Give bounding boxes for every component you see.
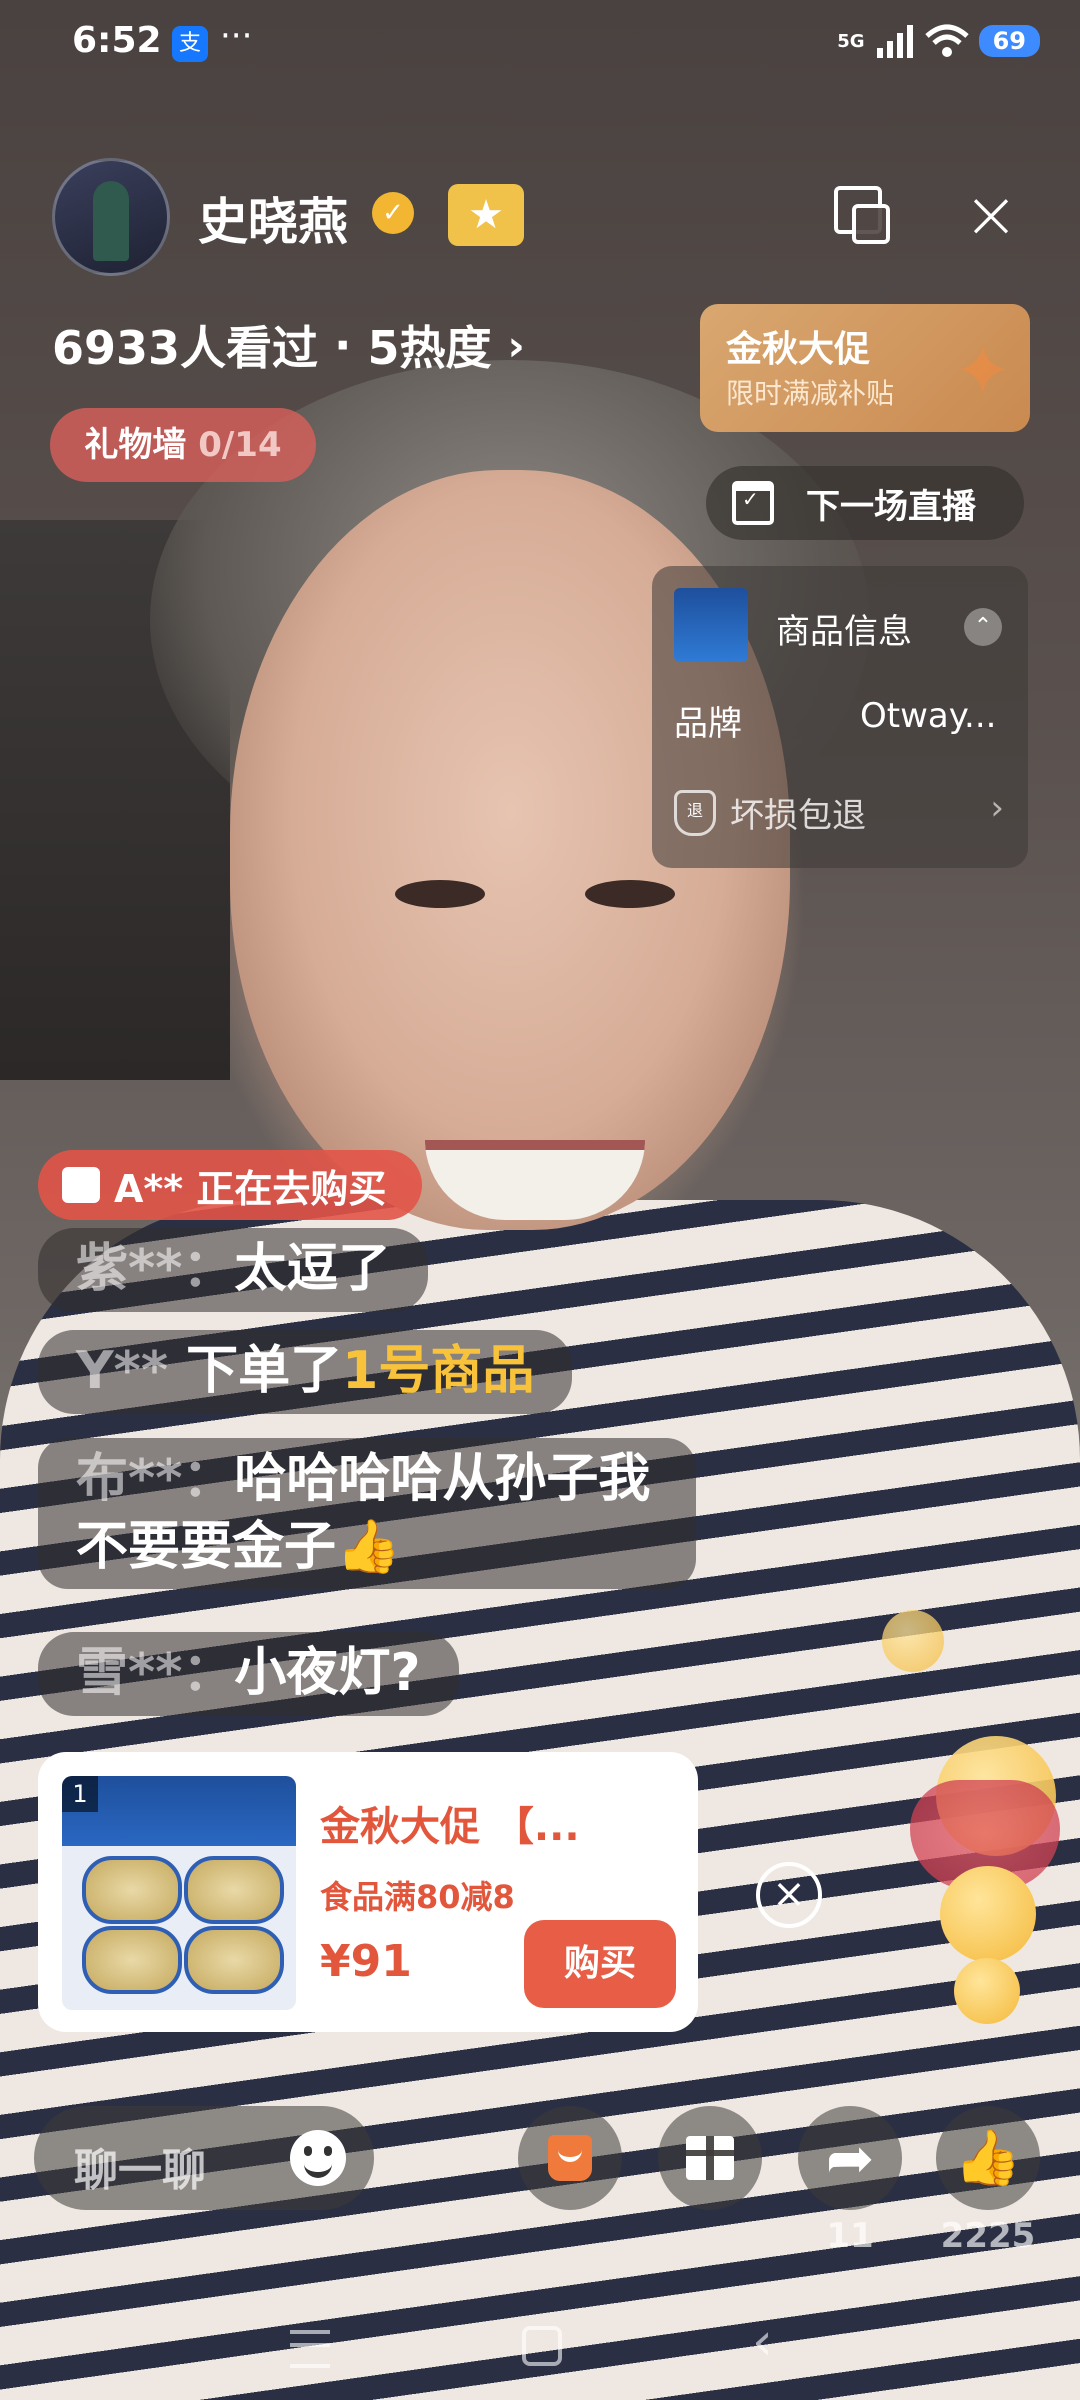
- like-count: 2225: [940, 2216, 1036, 2256]
- battery-level: 69: [978, 25, 1040, 57]
- promo-subtitle: 限时满减补贴: [726, 377, 895, 410]
- gift-wall-button[interactable]: 礼物墙 0/14: [50, 408, 316, 482]
- comment-text: 太逗了: [234, 1239, 391, 1299]
- product-promo: 食品满80减8: [320, 1878, 515, 1916]
- damage-return-guarantee[interactable]: 坏损包退: [730, 788, 866, 837]
- thumbs-up-icon: 👍: [954, 2126, 1022, 2189]
- comment-user: 布**：: [76, 1449, 235, 1509]
- gift-icon: [686, 2136, 734, 2180]
- alipay-icon: 支: [172, 26, 208, 62]
- background-eye-left: [395, 880, 485, 908]
- stats-separator: ·: [334, 318, 352, 372]
- system-nav-bar: ‹: [0, 2290, 1080, 2400]
- product-price: ¥91: [320, 1936, 412, 1987]
- next-live-button[interactable]: 下一场直播: [706, 466, 1024, 540]
- product-info-thumbnail: [674, 588, 748, 662]
- status-time: 6:52: [72, 20, 162, 61]
- gift-wall-count: 0/14: [198, 425, 282, 465]
- status-bar: 6:52 支 ··· 5G 69: [0, 0, 1080, 90]
- promo-title: 金秋大促: [726, 329, 871, 370]
- emoji-picker-icon[interactable]: [290, 2130, 346, 2186]
- promo-banner[interactable]: 金秋大促 限时满减补贴 ✦: [700, 304, 1030, 432]
- network-label: 5G: [837, 30, 865, 52]
- background-eye-right: [585, 880, 675, 908]
- chevron-right-icon: ›: [990, 788, 1004, 828]
- comment-product-highlight: 1号商品: [342, 1341, 535, 1401]
- next-live-label: 下一场直播: [806, 486, 976, 527]
- comment-text: 小夜灯?: [234, 1643, 421, 1703]
- chevron-up-icon[interactable]: ⌃: [964, 608, 1002, 646]
- calendar-icon: [732, 481, 774, 525]
- chevron-right-icon: ›: [507, 320, 525, 370]
- brand-label: 品牌: [674, 704, 742, 744]
- comment-item[interactable]: 雪**：小夜灯?: [38, 1632, 459, 1716]
- close-icon[interactable]: ×: [962, 182, 1020, 248]
- maple-leaf-icon: ✦: [953, 330, 1012, 412]
- wifi-icon: [924, 24, 969, 57]
- product-rank: 1: [62, 1776, 98, 1812]
- buy-button[interactable]: 购买: [524, 1920, 676, 2008]
- home-icon[interactable]: [522, 2326, 562, 2366]
- close-card-icon[interactable]: ×: [756, 1862, 822, 1928]
- more-notifications-icon: ···: [220, 16, 253, 56]
- verified-badge-icon: ✓: [372, 192, 414, 234]
- viewer-count: 6933人看过: [52, 321, 319, 375]
- product-info-title: 商品信息: [776, 612, 912, 652]
- heat-count: 5热度: [367, 321, 492, 375]
- product-card[interactable]: 1 金秋大促 【... 食品满80减8 ¥91 购买: [38, 1752, 698, 2032]
- comment-user: Y**: [76, 1341, 187, 1401]
- status-indicators: 5G 69: [837, 24, 1040, 58]
- comment-item[interactable]: 布**：哈哈哈哈从孙子我不要要金子👍: [38, 1438, 696, 1590]
- menu-icon[interactable]: [290, 2330, 330, 2368]
- floating-emoji-icon: [940, 1866, 1036, 1962]
- shield-icon: 退: [674, 790, 716, 836]
- shopping-bag-icon: [62, 1167, 100, 1203]
- purchase-notice-text: A** 正在去购买: [114, 1166, 387, 1211]
- gift-wall-label: 礼物墙: [84, 425, 199, 465]
- shop-button[interactable]: [518, 2106, 622, 2210]
- gift-button[interactable]: [658, 2106, 762, 2210]
- host-name[interactable]: 史晓燕: [198, 182, 348, 254]
- floating-emoji-icon: [954, 1958, 1020, 2024]
- product-title: 金秋大促 【...: [320, 1804, 580, 1850]
- share-count: 11: [826, 2216, 874, 2256]
- live-stats[interactable]: 6933人看过 · 5热度 ›: [52, 312, 525, 378]
- product-info-panel[interactable]: 商品信息 ⌃ 品牌 Otway... 退 坏损包退 ›: [652, 566, 1028, 868]
- chat-input[interactable]: 聊一聊: [34, 2106, 374, 2210]
- comment-item[interactable]: Y** 下单了1号商品: [38, 1330, 573, 1414]
- product-image[interactable]: 1: [62, 1776, 296, 2010]
- floating-emoji-icon: [882, 1610, 944, 1672]
- comment-user: 雪**：: [76, 1643, 235, 1703]
- back-icon[interactable]: ‹: [752, 2312, 773, 2372]
- share-button[interactable]: ➦: [798, 2106, 902, 2210]
- shopping-bag-icon: [548, 2135, 592, 2181]
- host-avatar[interactable]: [52, 158, 170, 276]
- chat-placeholder: 聊一聊: [74, 2145, 206, 2196]
- share-icon: ➦: [825, 2124, 875, 2192]
- comment-text: 下单了: [186, 1341, 343, 1401]
- signal-icon: [876, 25, 913, 58]
- star-badge-icon[interactable]: ★: [448, 184, 524, 246]
- mini-window-icon[interactable]: [834, 186, 890, 244]
- comment-user: 紫**：: [76, 1239, 235, 1299]
- purchase-notice: A** 正在去购买: [38, 1150, 423, 1220]
- comment-item[interactable]: 紫**：太逗了: [38, 1228, 429, 1312]
- brand-value: Otway...: [860, 696, 997, 736]
- like-button[interactable]: 👍: [936, 2106, 1040, 2210]
